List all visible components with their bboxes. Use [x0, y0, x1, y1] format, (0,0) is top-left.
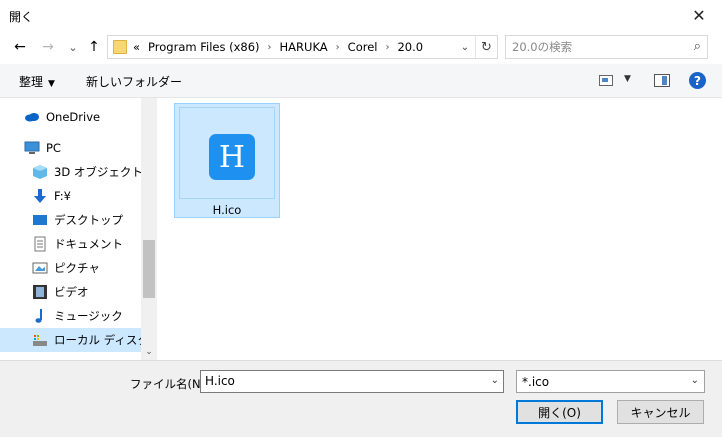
- sidebar-scrollbar[interactable]: ⌄: [141, 98, 157, 360]
- scrollbar-thumb[interactable]: [143, 240, 155, 298]
- sidebar-item-f-drive[interactable]: F:¥: [0, 184, 141, 208]
- sidebar-item-desktop[interactable]: デスクトップ: [0, 208, 141, 232]
- cloud-icon: [24, 109, 40, 125]
- breadcrumb-item-20-0[interactable]: 20.0: [397, 40, 423, 54]
- file-list[interactable]: H H.ico: [157, 98, 722, 360]
- filename-input[interactable]: [205, 374, 475, 388]
- sidebar-item-music[interactable]: ミュージック: [0, 304, 141, 328]
- sidebar-item-label: デスクトップ: [54, 213, 123, 227]
- sidebar-item-documents[interactable]: ドキュメント: [0, 232, 141, 256]
- window-title: 開く: [9, 10, 34, 24]
- sidebar-item-label: F:¥: [54, 189, 71, 203]
- preview-pane-icon[interactable]: [654, 74, 670, 87]
- close-icon[interactable]: ✕: [676, 0, 722, 31]
- file-item[interactable]: H H.ico: [174, 103, 280, 218]
- folder-icon: [113, 40, 127, 54]
- sidebar-item-label: ローカル ディスク (C: [54, 333, 141, 347]
- download-arrow-icon: [32, 188, 48, 204]
- title-bar: 開く ✕: [0, 0, 722, 31]
- document-icon: [32, 236, 48, 252]
- search-icon[interactable]: ⌕: [694, 39, 701, 54]
- dialog-footer: ファイル名(N): ⌄ *.ico ⌄ 開く(O) キャンセル: [0, 360, 722, 437]
- address-dropdown-icon[interactable]: ⌄: [457, 38, 473, 56]
- organize-label: 整理: [19, 75, 44, 89]
- chevron-down-icon: ▼: [48, 79, 55, 89]
- sidebar-item-label: ドキュメント: [54, 237, 123, 251]
- filename-field[interactable]: ⌄: [200, 370, 504, 393]
- navigation-pane: OneDrive PC 3D オブジェクト F:¥ デスクトップ ドキュメント: [0, 98, 157, 360]
- sidebar-item-videos[interactable]: ビデオ: [0, 280, 141, 304]
- recent-locations-chevron-icon[interactable]: ⌄: [64, 38, 82, 56]
- view-chevron-down-icon[interactable]: ▼: [624, 74, 631, 84]
- filename-label: ファイル名(N):: [130, 377, 209, 391]
- help-icon[interactable]: ?: [689, 72, 706, 89]
- forward-arrow-icon[interactable]: →: [39, 38, 57, 56]
- file-type-value: *.ico: [522, 375, 550, 389]
- back-arrow-icon[interactable]: ←: [11, 38, 29, 56]
- search-input[interactable]: [512, 39, 682, 55]
- file-name: H.ico: [212, 203, 242, 217]
- file-type-dropdown-icon[interactable]: ⌄: [691, 375, 699, 386]
- breadcrumb-overflow[interactable]: «: [133, 40, 140, 54]
- video-icon: [32, 284, 48, 300]
- sidebar-item-label: ミュージック: [54, 309, 123, 323]
- sidebar-item-label: ピクチャ: [54, 261, 100, 275]
- sidebar-item-local-disk[interactable]: ローカル ディスク (C: [0, 328, 141, 352]
- computer-icon: [24, 140, 40, 156]
- open-button[interactable]: 開く(O): [516, 400, 603, 424]
- breadcrumb-separator-icon[interactable]: ›: [336, 42, 340, 54]
- new-folder-button[interactable]: 新しいフォルダー: [86, 73, 182, 90]
- view-options-icon[interactable]: [599, 75, 613, 86]
- sidebar-item-3d-objects[interactable]: 3D オブジェクト: [0, 160, 141, 184]
- sidebar-item-onedrive[interactable]: OneDrive: [0, 105, 141, 129]
- sidebar-item-pictures[interactable]: ピクチャ: [0, 256, 141, 280]
- sidebar-item-pc[interactable]: PC: [0, 136, 141, 160]
- sidebar-item-label: 3D オブジェクト: [54, 165, 141, 179]
- scroll-down-chevron-icon[interactable]: ⌄: [141, 344, 157, 360]
- 3d-objects-icon: [32, 164, 48, 180]
- navigation-bar: ← → ⌄ ↑ « Program Files (x86) › HARUKA ›…: [0, 31, 722, 64]
- sidebar-item-label: ビデオ: [54, 285, 89, 299]
- file-thumbnail-frame: H: [179, 107, 275, 199]
- breadcrumb-separator-icon[interactable]: ›: [385, 42, 389, 54]
- organize-button[interactable]: 整理 ▼: [19, 73, 55, 90]
- breadcrumb-item-program-files[interactable]: Program Files (x86): [148, 40, 259, 54]
- sidebar-item-label: PC: [46, 141, 61, 155]
- breadcrumb-item-haruka[interactable]: HARUKA: [280, 40, 328, 54]
- ico-file-icon: H: [209, 134, 255, 180]
- sidebar-item-label: OneDrive: [46, 110, 101, 124]
- music-icon: [32, 308, 48, 324]
- pictures-icon: [32, 260, 48, 276]
- breadcrumb-separator-icon[interactable]: ›: [268, 42, 272, 54]
- up-arrow-icon[interactable]: ↑: [85, 38, 103, 56]
- address-bar[interactable]: « Program Files (x86) › HARUKA › Corel ›…: [107, 35, 498, 59]
- breadcrumb: « Program Files (x86) › HARUKA › Corel ›…: [133, 40, 423, 54]
- search-box[interactable]: ⌕: [505, 35, 708, 59]
- breadcrumb-item-corel[interactable]: Corel: [348, 40, 378, 54]
- local-disk-icon: [32, 332, 48, 348]
- cancel-button[interactable]: キャンセル: [617, 400, 704, 424]
- command-toolbar: 整理 ▼ 新しいフォルダー ▼ ?: [0, 64, 722, 98]
- refresh-icon[interactable]: ↻: [475, 36, 497, 58]
- filename-dropdown-icon[interactable]: ⌄: [491, 375, 499, 386]
- file-type-select[interactable]: *.ico ⌄: [516, 370, 705, 393]
- desktop-icon: [32, 212, 48, 228]
